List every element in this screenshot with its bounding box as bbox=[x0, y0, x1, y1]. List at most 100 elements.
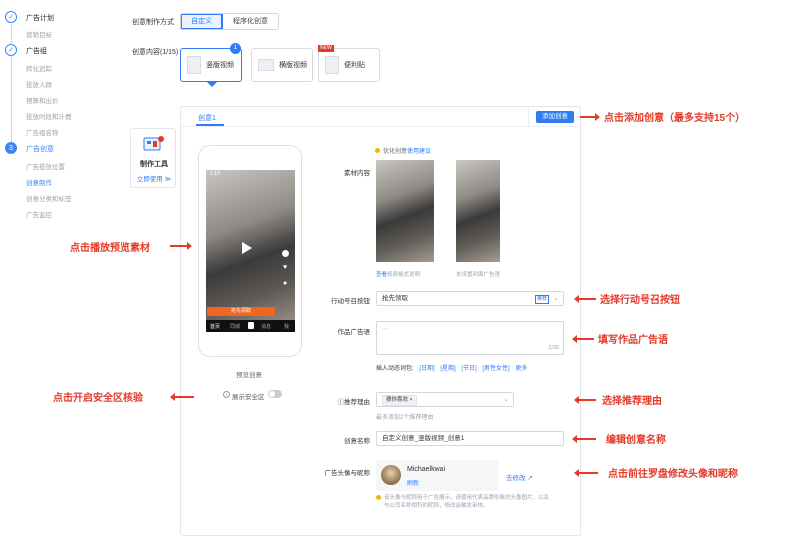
annotation-arrow bbox=[574, 295, 596, 303]
play-icon[interactable] bbox=[242, 242, 252, 254]
word-holiday[interactable]: [节日] bbox=[461, 366, 476, 372]
content-type-label: 竖版视频 bbox=[206, 62, 234, 69]
plus-icon bbox=[248, 322, 254, 329]
step-sub-monitor[interactable]: 广告监控 bbox=[26, 209, 52, 219]
insert-label: 插入动态词包: bbox=[376, 366, 414, 372]
step-sub-creative-make[interactable]: 创意制作 bbox=[26, 177, 52, 187]
step-sub-category[interactable]: 创意分类和标签 bbox=[26, 193, 72, 203]
warning-icon bbox=[376, 495, 381, 500]
ad-copy-textarea[interactable]: ··· 2/30 bbox=[376, 321, 564, 355]
creative-name-label: 创意名称 bbox=[344, 438, 370, 445]
nav-home: 首页 bbox=[210, 324, 221, 330]
avatar-edit-link[interactable]: 去修改 ↗ bbox=[506, 472, 533, 482]
annotation-copy: 填写作品广告语 bbox=[598, 335, 668, 346]
word-gender[interactable]: [男性女性] bbox=[482, 366, 509, 372]
preview-label: 预览创意 bbox=[236, 372, 262, 379]
ad-copy-label: 作品广告语 bbox=[337, 329, 371, 336]
phone-cta-button: 抢先领取 bbox=[207, 307, 275, 316]
nav-message: 消息 bbox=[261, 324, 272, 330]
avatar-nickname: Michaelkwai bbox=[407, 466, 446, 473]
material-caption: 查看视频格式说明 bbox=[376, 272, 421, 278]
new-badge: NEW bbox=[318, 45, 334, 52]
cover-caption: 未设置封面广告语 bbox=[456, 272, 501, 278]
check-icon: ✓ bbox=[5, 11, 17, 23]
annotation-add: 点击添加创意（最多支持15个） bbox=[604, 113, 746, 124]
step-ad-creative[interactable]: 广告创意 bbox=[26, 144, 54, 154]
nav-me: 我 bbox=[284, 324, 290, 330]
step-sub-marketing-goal[interactable]: 营销目标 bbox=[26, 29, 52, 39]
step-ad-plan[interactable]: 广告计划 bbox=[26, 13, 54, 23]
annotation-arrow bbox=[572, 335, 594, 343]
safe-zone-toggle[interactable] bbox=[268, 390, 282, 398]
phone-navbar: 首页 同城 消息 我 bbox=[206, 320, 295, 332]
avatar-dot-icon bbox=[282, 250, 289, 257]
content-type-horizontal-video[interactable]: 横版视频 bbox=[251, 48, 313, 82]
check-icon: ✓ bbox=[5, 44, 17, 56]
comment-icon: ● bbox=[283, 280, 288, 287]
toggle-knob bbox=[269, 391, 275, 397]
toolbox-icon bbox=[143, 135, 165, 151]
step-sub-group-name[interactable]: 广告组名称 bbox=[26, 127, 59, 137]
mode-segmented-control: 自定义 程序化创意 bbox=[180, 13, 279, 30]
avatar bbox=[381, 465, 401, 485]
tool-card[interactable]: 制作工具 立即使用 ≫ bbox=[130, 128, 176, 188]
nav-local: 同城 bbox=[230, 324, 241, 330]
lightbulb-icon bbox=[375, 148, 380, 153]
step-sub-schedule[interactable]: 投放时段和计费 bbox=[26, 111, 72, 121]
word-date[interactable]: [日期] bbox=[419, 366, 434, 372]
step-sub-budget[interactable]: 预算和出价 bbox=[26, 95, 59, 105]
content-label: 创意内容(1/15) bbox=[132, 49, 179, 56]
material-cover-thumb[interactable] bbox=[456, 160, 500, 262]
mode-label: 创意制作方式 bbox=[132, 19, 174, 26]
annotation-arrow bbox=[574, 396, 596, 404]
reason-tag[interactable]: 猜你喜欢 × bbox=[382, 395, 417, 406]
annotation-play: 点击播放预览素材 bbox=[70, 243, 150, 254]
chevron-down-icon: ⌄ bbox=[503, 396, 509, 403]
video-thumb-icon bbox=[258, 59, 274, 71]
tab-creative-1[interactable]: 创意1 bbox=[198, 113, 216, 123]
safe-zone-label: 展示安全区 bbox=[232, 394, 265, 401]
material-video-thumb[interactable] bbox=[376, 160, 434, 262]
tool-card-link[interactable]: 立即使用 ≫ bbox=[131, 173, 177, 183]
insert-words-row: 插入动态词包: [日期] [星期] [节日] [男性女性] 更多 bbox=[376, 363, 527, 372]
selected-count-badge: 1 bbox=[230, 43, 241, 54]
annotation-arrow bbox=[580, 113, 600, 121]
annotation-cta: 选择行动号召按钮 bbox=[600, 295, 680, 306]
tool-card-title: 制作工具 bbox=[140, 161, 168, 168]
tip-link[interactable]: 使用建议 bbox=[407, 149, 431, 155]
info-icon: i bbox=[223, 391, 230, 398]
external-link-icon: ↗ bbox=[527, 475, 533, 482]
step-ad-group[interactable]: 广告组 bbox=[26, 46, 47, 56]
avatar-label: 广告头像与昵称 bbox=[324, 470, 371, 477]
cta-value: 抢先领取 bbox=[382, 295, 408, 302]
mode-custom-option[interactable]: 自定义 bbox=[181, 14, 223, 29]
content-type-label: 横版视频 bbox=[279, 62, 307, 69]
reason-select[interactable]: 猜你喜欢 × ⌄ bbox=[376, 392, 514, 407]
avatar-card: Michaelkwai 刷新 bbox=[376, 460, 498, 491]
reason-label: ⓘ推荐理由 bbox=[337, 399, 371, 406]
close-icon[interactable]: × bbox=[410, 397, 413, 403]
ad-copy-placeholder: ··· bbox=[382, 325, 389, 332]
view-link[interactable]: 查看 bbox=[376, 272, 387, 278]
annotation-arrow bbox=[572, 435, 596, 443]
step-sub-placement[interactable]: 广告投放位置 bbox=[26, 161, 65, 171]
annotation-reason: 选择推荐理由 bbox=[602, 396, 662, 407]
chevron-down-icon: ⌄ bbox=[553, 295, 559, 302]
tip-text: 优化创意使用建议 bbox=[383, 149, 432, 155]
content-type-sticky-note[interactable]: 便利贴 bbox=[318, 48, 380, 82]
mode-programmatic-option[interactable]: 程序化创意 bbox=[223, 14, 278, 29]
annotation-name: 编辑创意名称 bbox=[606, 435, 666, 446]
word-more[interactable]: 更多 bbox=[515, 366, 527, 372]
cta-select[interactable]: 抢先领取 推荐 ⌄ bbox=[376, 291, 564, 306]
reason-hint: 最多添加2个推荐理由 bbox=[376, 415, 434, 421]
word-weekday[interactable]: [星期] bbox=[440, 366, 455, 372]
step-sub-audience[interactable]: 投放人群 bbox=[26, 79, 52, 89]
avatar-refresh-link[interactable]: 刷新 bbox=[407, 478, 419, 487]
avatar-notice: 该头像与昵称用于广告展示，请使用代表品牌形象的头像图片，以及与公司名称相符的昵称… bbox=[384, 495, 550, 509]
creative-name-input[interactable]: 自定义创意_竖版视频_创意1 bbox=[376, 431, 564, 446]
step-sub-conversion[interactable]: 转化追踪 bbox=[26, 63, 52, 73]
material-label: 素材内容 bbox=[344, 170, 370, 177]
recommend-tag: 推荐 bbox=[534, 295, 549, 304]
add-creative-button[interactable]: 添加创意 bbox=[536, 111, 574, 123]
cta-label: 行动号召按钮 bbox=[331, 298, 370, 305]
